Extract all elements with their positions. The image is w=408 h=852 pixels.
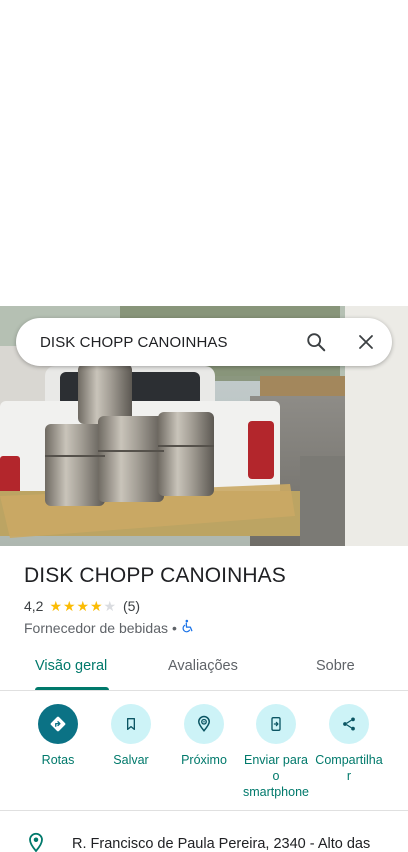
share-label-line-1: Compartilha	[315, 753, 383, 767]
place-title: DISK CHOPP CANOINHAS	[24, 564, 286, 587]
rating-value: 4,2	[24, 598, 44, 614]
send-to-phone-label: Enviar para o smartphone	[243, 752, 309, 800]
bookmark-icon[interactable]	[111, 704, 151, 744]
send-to-phone-button[interactable]: Enviar para o smartphone	[236, 704, 316, 800]
close-icon[interactable]	[340, 318, 392, 366]
share-label-line-2: r	[346, 769, 352, 783]
wheelchair-icon	[181, 619, 195, 636]
directions-button[interactable]: Rotas	[18, 704, 98, 768]
search-input[interactable]: DISK CHOPP CANOINHAS	[16, 334, 292, 351]
directions-icon[interactable]	[38, 704, 78, 744]
star-icon: ★	[89, 598, 103, 614]
send-to-phone-label-line-3: smartphone	[242, 785, 309, 799]
separator: •	[172, 619, 177, 636]
share-icon[interactable]	[329, 704, 369, 744]
save-button[interactable]: Salvar	[91, 704, 171, 768]
search-icon[interactable]	[292, 318, 340, 366]
tab-about[interactable]: Sobre	[316, 658, 355, 674]
rating-row[interactable]: 4,2 ★ ★ ★ ★ ★ (5)	[24, 598, 140, 614]
tab-bar: Visão geral Avaliações Sobre	[0, 646, 408, 691]
share-label: Compartilha r	[315, 752, 382, 784]
save-label: Salvar	[113, 753, 149, 767]
action-buttons: Rotas Salvar Próximo Enviar para o smart…	[0, 704, 408, 808]
nearby-button[interactable]: Próximo	[164, 704, 244, 768]
review-count[interactable]: (5)	[123, 598, 140, 614]
send-to-phone-label-line-2: o	[272, 769, 280, 783]
directions-label: Rotas	[41, 753, 75, 767]
send-to-phone-label-line-1: Enviar para	[244, 753, 308, 767]
search-bar[interactable]: DISK CHOPP CANOINHAS	[16, 318, 392, 366]
nearby-label: Próximo	[181, 753, 227, 767]
nearby-icon[interactable]	[184, 704, 224, 744]
star-icon: ★	[62, 598, 76, 614]
star-icon: ★	[76, 598, 90, 614]
address-row[interactable]: R. Francisco de Paula Pereira, 2340 - Al…	[0, 830, 408, 852]
star-icon: ★	[103, 598, 117, 614]
rating-stars: ★ ★ ★ ★ ★	[49, 599, 117, 613]
active-tab-indicator	[35, 687, 109, 690]
place-category: Fornecedor de bebidas	[24, 619, 168, 636]
tab-reviews[interactable]: Avaliações	[168, 658, 238, 674]
location-pin-icon	[0, 830, 72, 852]
star-icon: ★	[49, 598, 63, 614]
send-to-phone-icon[interactable]	[256, 704, 296, 744]
map-area[interactable]	[0, 0, 408, 306]
section-divider	[0, 810, 408, 811]
category-row: Fornecedor de bebidas •	[24, 619, 195, 636]
share-button[interactable]: Compartilha r	[309, 704, 389, 784]
tab-overview[interactable]: Visão geral	[35, 658, 107, 674]
address-text[interactable]: R. Francisco de Paula Pereira, 2340 - Al…	[72, 830, 370, 852]
